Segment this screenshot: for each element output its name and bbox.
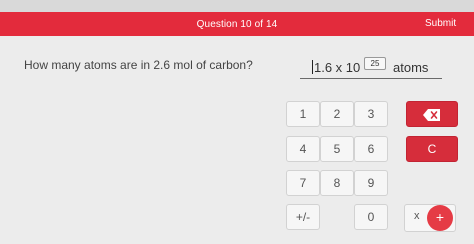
key-8[interactable]: 8 — [320, 170, 354, 196]
add-exponent-button[interactable]: + — [427, 205, 453, 231]
key-0[interactable]: 0 — [354, 204, 388, 230]
blank-key — [320, 204, 352, 228]
key-2[interactable]: 2 — [320, 101, 354, 127]
backspace-icon — [423, 107, 441, 121]
key-6[interactable]: 6 — [354, 136, 388, 162]
key-5[interactable]: 5 — [320, 136, 354, 162]
backspace-button[interactable] — [406, 101, 458, 127]
key-4[interactable]: 4 — [286, 136, 320, 162]
times-label: x — [414, 210, 420, 222]
key-7[interactable]: 7 — [286, 170, 320, 196]
times-ten-button[interactable]: x + — [404, 204, 456, 232]
answer-unit: atoms — [393, 60, 429, 75]
key-1[interactable]: 1 — [286, 101, 320, 127]
exponent-field[interactable]: 25 — [364, 57, 386, 70]
text-cursor — [312, 60, 313, 74]
screen-bezel — [0, 0, 474, 12]
clear-button[interactable]: C — [406, 136, 458, 162]
question-header: Question 10 of 14 Submit — [0, 12, 474, 36]
question-progress: Question 10 of 14 — [196, 19, 278, 30]
key-9[interactable]: 9 — [354, 170, 388, 196]
submit-button[interactable]: Submit — [425, 18, 456, 29]
key-plus-minus[interactable]: +/- — [286, 204, 320, 230]
answer-field[interactable]: 1.6 x 10 25 atoms — [300, 54, 442, 79]
key-3[interactable]: 3 — [354, 101, 388, 127]
question-text: How many atoms are in 2.6 mol of carbon? — [24, 58, 253, 72]
answer-mantissa: 1.6 x 10 — [314, 60, 361, 75]
